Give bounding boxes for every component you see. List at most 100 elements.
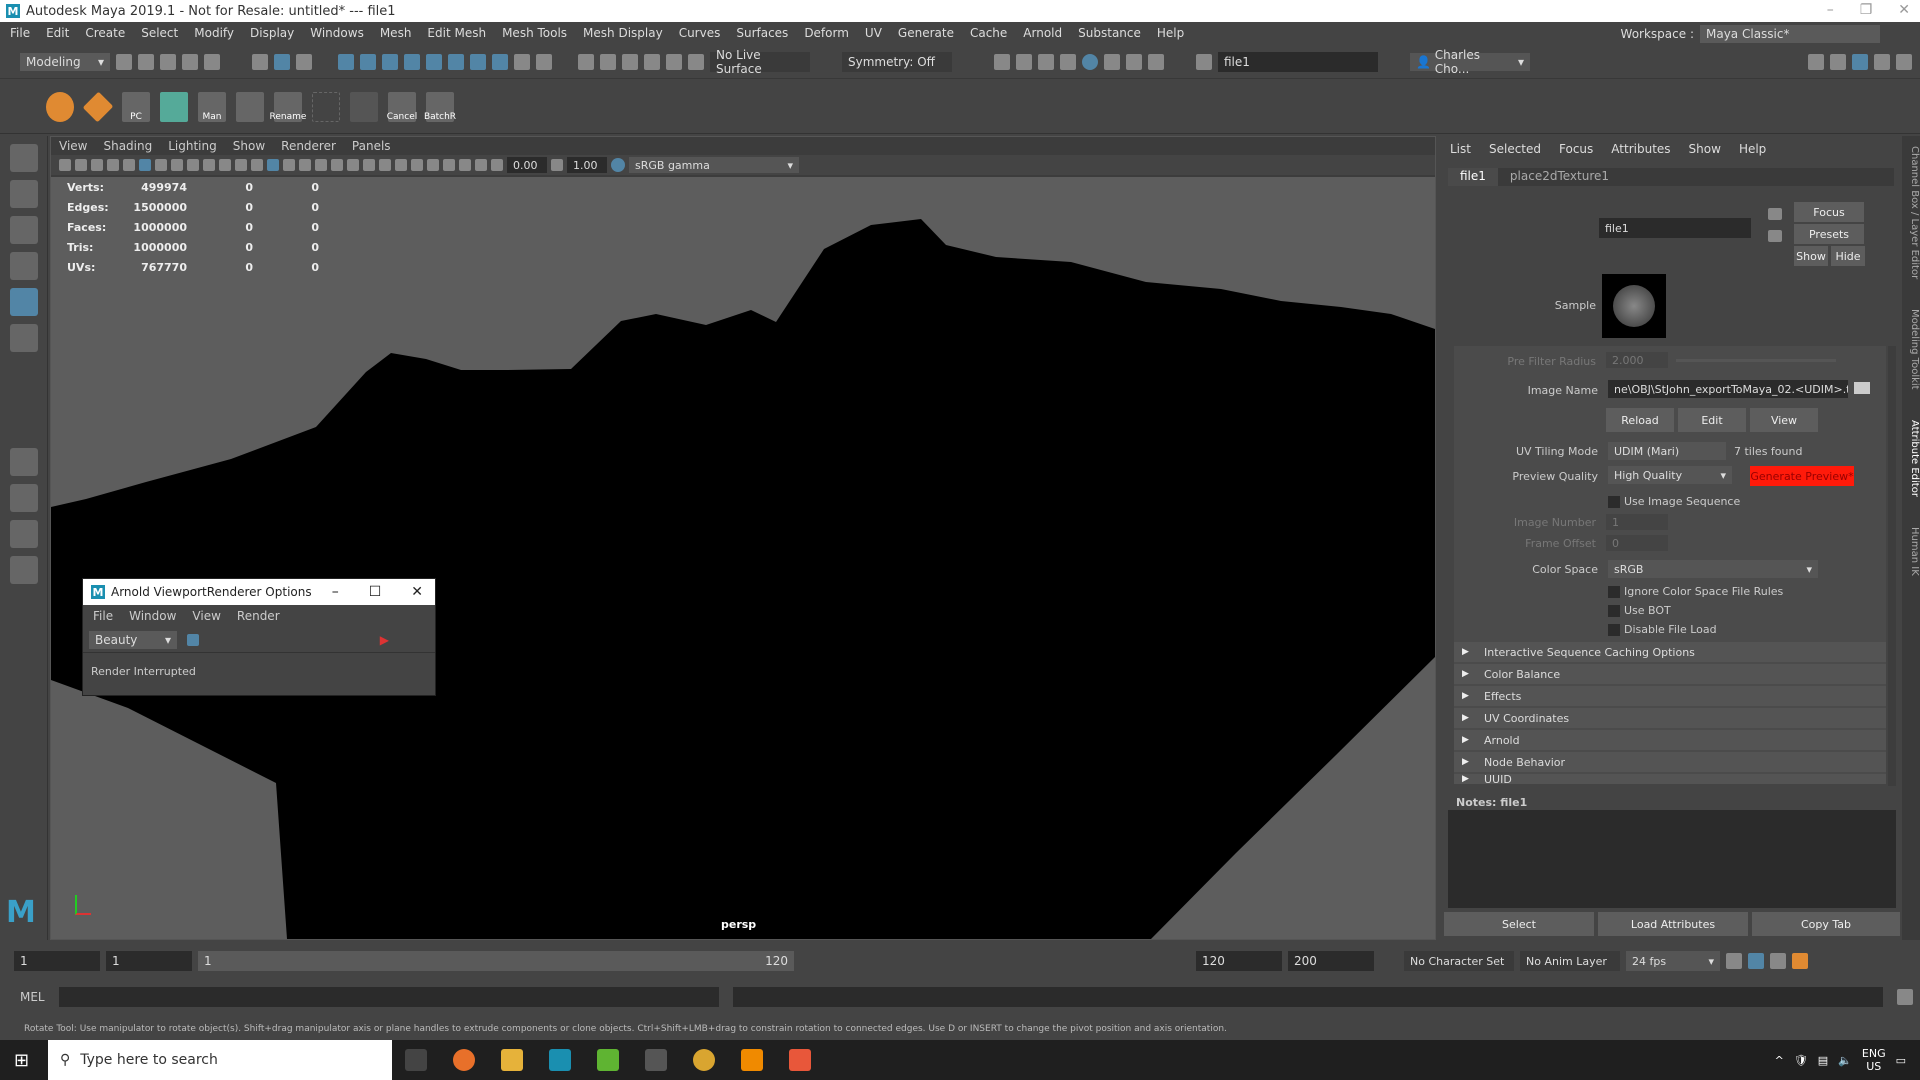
menu-uv[interactable]: UV	[865, 26, 882, 40]
sphere-icon[interactable]	[46, 91, 74, 122]
redo-icon[interactable]	[204, 53, 220, 70]
tool-settings-icon[interactable]	[1874, 53, 1890, 70]
maximize-icon[interactable]: ❐	[1860, 2, 1873, 18]
textured-icon[interactable]	[315, 159, 327, 171]
menu-mesh-display[interactable]: Mesh Display	[583, 26, 663, 40]
vlc-icon[interactable]	[741, 1049, 763, 1071]
motion-blur-icon[interactable]	[379, 159, 391, 171]
maya-taskbar-icon[interactable]	[549, 1049, 571, 1071]
smooth-shade-icon[interactable]	[267, 159, 279, 171]
capture-app-icon[interactable]	[789, 1049, 811, 1071]
resolution-gate-icon[interactable]	[171, 159, 183, 171]
safe-title-icon[interactable]	[235, 159, 247, 171]
menu-curves[interactable]: Curves	[679, 26, 721, 40]
3d-viewport[interactable]: Verts: 499974 0 0 Edges: 1500000 0 0 Faces: 10000…	[51, 177, 1435, 939]
fps-dropdown[interactable]: 24 fps ▾	[1626, 951, 1720, 971]
snap-mesh-icon[interactable]	[448, 53, 464, 70]
file-explorer-icon[interactable]	[501, 1049, 523, 1071]
grid-icon[interactable]	[139, 159, 151, 171]
select-button[interactable]: Select	[1444, 912, 1594, 936]
shelf-button-batchr[interactable]: BatchR	[424, 91, 456, 122]
select-component-icon[interactable]	[296, 53, 312, 70]
ae-menu-help[interactable]: Help	[1739, 142, 1766, 156]
tab-modeling-toolkit[interactable]: Modeling Toolkit	[1902, 309, 1920, 390]
image-name-field[interactable]: ne\OBJ\StJohn_exportToMaya_02.<UDIM>.tif…	[1608, 380, 1848, 398]
menu-edit[interactable]: Edit	[46, 26, 69, 40]
render-play-icon[interactable]: ▶	[380, 633, 389, 647]
minimize-icon[interactable]: –	[1827, 2, 1834, 18]
open-scene-icon[interactable]	[138, 53, 154, 70]
gate-mask-icon[interactable]	[187, 159, 199, 171]
checker-icon[interactable]	[160, 91, 188, 122]
script-language-toggle[interactable]: MEL	[20, 990, 45, 1004]
construction-icon[interactable]	[644, 53, 660, 70]
snap-surface-icon[interactable]	[426, 53, 442, 70]
menu-help[interactable]: Help	[1157, 26, 1184, 40]
history-icon[interactable]	[578, 53, 594, 70]
lock-icon[interactable]	[514, 53, 530, 70]
modeling-toolkit-icon[interactable]	[1808, 53, 1824, 70]
section-node-behavior[interactable]: Node Behavior	[1454, 752, 1886, 772]
range-end-field[interactable]: 120	[1196, 951, 1282, 971]
image-plane-icon[interactable]	[107, 159, 119, 171]
tab-place2dtexture1[interactable]: place2dTexture1	[1498, 168, 1621, 186]
focus-button[interactable]: Focus	[1794, 202, 1864, 222]
symmetry-dropdown[interactable]: Symmetry: Off	[842, 51, 952, 72]
panel-menu-shading[interactable]: Shading	[103, 139, 152, 153]
human-ik-icon[interactable]	[1830, 53, 1846, 70]
hide-button[interactable]: Hide	[1831, 246, 1865, 266]
start-time-field[interactable]: 1	[14, 951, 100, 971]
use-image-sequence-checkbox[interactable]	[1608, 496, 1620, 508]
menu-cache[interactable]: Cache	[970, 26, 1007, 40]
task-view-icon[interactable]	[405, 1049, 427, 1071]
menu-edit-mesh[interactable]: Edit Mesh	[427, 26, 486, 40]
close-icon[interactable]: ✕	[411, 584, 423, 600]
app-icon[interactable]	[645, 1049, 667, 1071]
network-icon[interactable]: ▤	[1818, 1054, 1828, 1067]
camera-icon[interactable]	[59, 159, 71, 171]
menu-generate[interactable]: Generate	[898, 26, 954, 40]
security-icon[interactable]: 🛡	[1794, 1054, 1808, 1067]
maya-script-icon[interactable]	[350, 91, 378, 122]
disable-file-load-checkbox[interactable]	[1608, 624, 1620, 636]
aov-dropdown[interactable]: Beauty ▾	[89, 630, 177, 649]
panel-menu-show[interactable]: Show	[233, 139, 265, 153]
undo-icon[interactable]	[182, 53, 198, 70]
select-hierarchy-icon[interactable]	[252, 53, 268, 70]
preview-quality-dropdown[interactable]: High Quality ▾	[1608, 466, 1732, 484]
attribute-editor-icon[interactable]	[1852, 53, 1868, 70]
menuset-dropdown[interactable]: Modeling ▾	[20, 52, 110, 71]
output-connections-icon[interactable]	[1768, 230, 1782, 242]
show-button[interactable]: Show	[1794, 246, 1828, 266]
move-tool-icon[interactable]	[10, 252, 38, 280]
section-uv-coordinates[interactable]: UV Coordinates	[1454, 708, 1886, 728]
menu-windows[interactable]: Windows	[310, 26, 364, 40]
script-editor-icon[interactable]	[1896, 989, 1913, 1005]
end-time-field[interactable]: 200	[1288, 951, 1374, 971]
help-icon[interactable]	[492, 53, 508, 70]
grease-pencil-icon[interactable]	[123, 159, 135, 171]
isolate-select-icon[interactable]	[427, 159, 439, 171]
outputs-icon[interactable]	[622, 53, 638, 70]
panel-menu-lighting[interactable]: Lighting	[168, 139, 217, 153]
user-account-dropdown[interactable]: 👤 Charles Cho... ▾	[1410, 48, 1530, 76]
character-set-dropdown[interactable]: No Character Set	[1404, 951, 1514, 971]
tab-human-ik[interactable]: Human IK	[1902, 527, 1920, 576]
tab-channel-box[interactable]: Channel Box / Layer Editor	[1902, 146, 1920, 279]
section-color-balance[interactable]: Color Balance	[1454, 664, 1886, 684]
render-frame-icon[interactable]	[1016, 53, 1032, 70]
snap-point-icon[interactable]	[382, 53, 398, 70]
section-uuid[interactable]: UUID	[1454, 774, 1886, 784]
shadows-icon[interactable]	[347, 159, 359, 171]
close-icon[interactable]: ✕	[1898, 2, 1910, 18]
dialog-menu-window[interactable]: Window	[129, 609, 176, 623]
taskbar-search[interactable]: ⚲ Type here to search	[48, 1040, 392, 1080]
snap-curve-icon[interactable]	[360, 53, 376, 70]
snap-view-plane-icon[interactable]	[404, 53, 420, 70]
menu-mesh[interactable]: Mesh	[380, 26, 412, 40]
snap-grid-icon[interactable]	[338, 53, 354, 70]
tab-attribute-editor[interactable]: Attribute Editor	[1902, 420, 1920, 497]
render-name-field[interactable]: file1	[1218, 51, 1378, 72]
dialog-menu-render[interactable]: Render	[237, 609, 280, 623]
volume-icon[interactable]: 🔈	[1838, 1054, 1852, 1067]
